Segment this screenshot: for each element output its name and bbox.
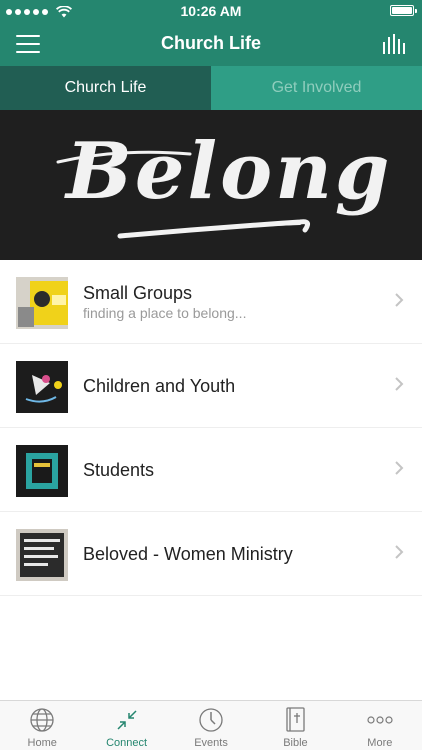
beloved-title: Beloved - Women Ministry [83,544,293,564]
banner-text: Belong [64,126,392,217]
ministry-list: Small Groups finding a place to belong..… [0,260,422,596]
tab-bible-label: Bible [283,737,308,749]
small-groups-subtitle: finding a place to belong... [83,305,247,321]
tab-home[interactable]: Home [0,701,84,750]
chevron-right-icon [395,293,404,307]
more-dots-icon [367,716,393,724]
chevron-right-icon [395,377,404,391]
chevron-right-icon [395,461,404,475]
status-bar: 10:26 AM [0,0,422,22]
tab-events-label: Events [194,737,228,749]
tab-bible[interactable]: Bible [253,701,337,750]
students-title: Students [83,460,155,480]
beloved-thumbnail [16,529,68,581]
globe-icon [30,708,54,732]
bar-chart-icon[interactable] [382,34,406,54]
battery-icon [390,5,417,16]
tab-more[interactable]: More [338,701,422,750]
bottom-tab-bar: Home Connect Events Bible More [0,700,422,750]
list-item-children-youth[interactable]: Children and Youth [0,344,422,428]
tab-events[interactable]: Events [169,701,253,750]
status-time: 10:26 AM [180,3,242,19]
tab-connect[interactable]: Connect [84,701,168,750]
students-thumbnail [16,445,68,497]
list-item-beloved[interactable]: Beloved - Women Ministry [0,512,422,596]
small-groups-title: Small Groups [83,283,193,303]
page-title: Church Life [160,33,261,53]
navigation-bar: Church Life [0,22,422,66]
clock-icon [199,708,223,732]
tab-more-label: More [367,737,393,749]
connect-arrows-icon [117,710,137,730]
belong-banner-art: Belong [56,126,392,239]
list-item-small-groups[interactable]: Small Groups finding a place to belong..… [0,260,422,344]
chevron-right-icon [395,545,404,559]
tab-church-life[interactable]: Church Life [0,66,211,110]
bible-icon [286,707,306,732]
segment-tabs: Church Life Get Involved [0,66,422,110]
list-item-students[interactable]: Students [0,428,422,512]
tab-home-label: Home [27,737,57,749]
children-youth-title: Children and Youth [83,376,236,396]
tab-get-involved[interactable]: Get Involved [211,66,422,110]
children-youth-thumbnail [16,361,68,413]
small-groups-thumbnail [16,277,68,329]
belong-banner: Belong [0,110,422,260]
tab-connect-label: Connect [106,737,148,749]
